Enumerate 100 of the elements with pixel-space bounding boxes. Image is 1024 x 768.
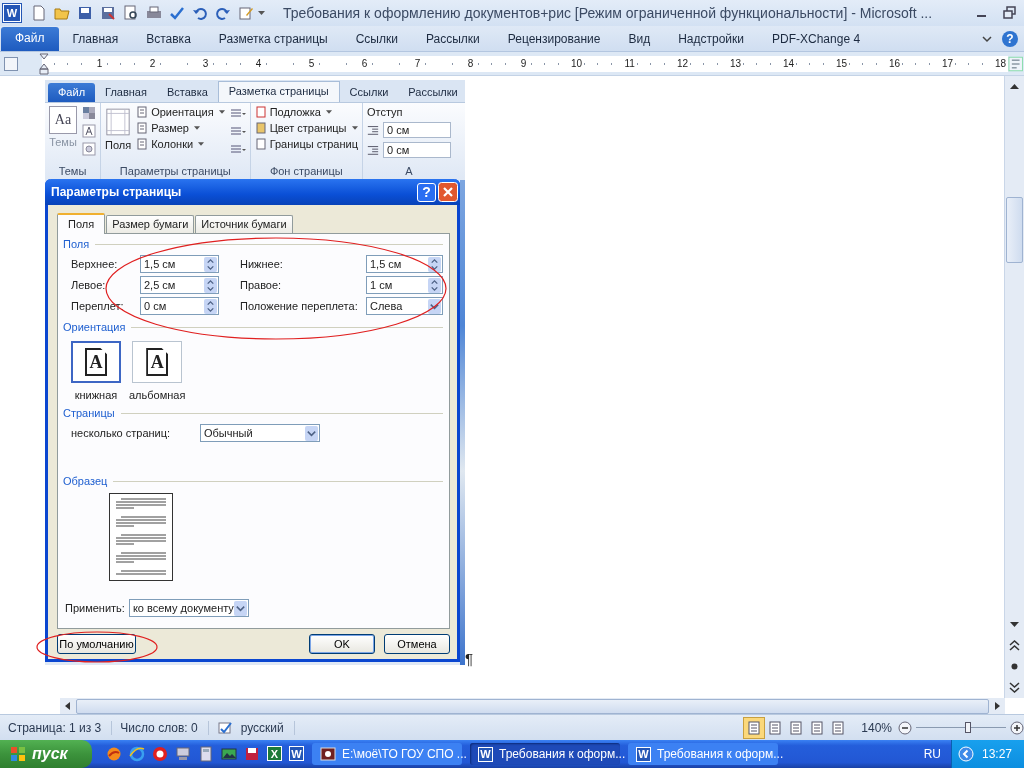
- spin-field[interactable]: 1,5 см: [366, 255, 443, 273]
- floppy-icon[interactable]: [100, 5, 116, 21]
- floppy-icon[interactable]: [244, 746, 260, 762]
- page-icon: [254, 122, 267, 134]
- ribbon-button[interactable]: Границы страниц: [254, 138, 358, 150]
- ribbon-tab[interactable]: Ссылки: [339, 83, 399, 102]
- themes-button[interactable]: Aa Темы: [49, 106, 77, 165]
- globe-icon[interactable]: [129, 746, 145, 762]
- stop-sign-icon[interactable]: [152, 746, 168, 762]
- spinner-icon[interactable]: [428, 277, 441, 293]
- field-label: Верхнее:: [71, 258, 119, 270]
- ribbon-tab[interactable]: Главная: [58, 28, 133, 49]
- ribbon-tab[interactable]: Разметка страницы: [204, 28, 342, 49]
- fonts-icon[interactable]: [82, 124, 96, 138]
- dialog-tab[interactable]: Поля: [57, 213, 106, 234]
- file-tab[interactable]: Файл: [1, 27, 59, 51]
- orientation-option[interactable]: A: [71, 341, 121, 383]
- document-icon[interactable]: X: [267, 746, 282, 761]
- ribbon-button[interactable]: Ориентация: [136, 106, 225, 118]
- ribbon-tab[interactable]: PDF-XChange 4: [758, 28, 875, 49]
- ribbon-tab[interactable]: Ссылки: [341, 28, 412, 49]
- proofing-icon[interactable]: [216, 719, 233, 736]
- ruler[interactable]: 1 2 3 4 5 6 7 8 9 10 11 12 13 14 15 16 17 18: [41, 55, 1008, 72]
- spin-field[interactable]: 1,5 см: [140, 255, 219, 273]
- tab-selector[interactable]: [4, 56, 18, 71]
- zoom-out-button[interactable]: [898, 720, 912, 735]
- document-icon[interactable]: W: [478, 746, 493, 762]
- orientation-option[interactable]: A: [132, 341, 183, 383]
- help-button[interactable]: ?: [417, 182, 436, 202]
- word-count[interactable]: Число слов: 0: [112, 720, 209, 735]
- zoom-level[interactable]: 140%: [861, 720, 892, 735]
- page-icon: [136, 138, 149, 150]
- chevron-icon[interactable]: [982, 34, 992, 43]
- margins-button[interactable]: Поля: [105, 106, 132, 165]
- ruler-toggle-icon[interactable]: [1007, 55, 1023, 72]
- dropdown-field[interactable]: Слева: [366, 297, 443, 315]
- ribbon-button[interactable]: Подложка: [254, 106, 358, 118]
- section-title: Образец: [63, 475, 108, 487]
- dropdown-field[interactable]: Обычный: [200, 424, 320, 442]
- image-icon[interactable]: [221, 746, 237, 762]
- magnifier-icon[interactable]: [123, 5, 139, 21]
- ribbon-tab[interactable]: Надстройки: [664, 28, 759, 49]
- indent-marker[interactable]: [38, 52, 49, 75]
- close-button[interactable]: [438, 182, 458, 202]
- language-indicator[interactable]: RU: [923, 747, 941, 761]
- spin-field[interactable]: 1 см: [366, 276, 443, 294]
- file-tab[interactable]: Файл: [48, 83, 96, 102]
- restore-icon[interactable]: [1002, 5, 1018, 21]
- undo-icon[interactable]: [192, 5, 208, 21]
- spinner-icon[interactable]: [204, 256, 217, 272]
- ribbon-tab[interactable]: Рассылки: [398, 83, 465, 102]
- page-count[interactable]: Страница: 1 из 3: [0, 720, 113, 735]
- spinner-icon[interactable]: [204, 277, 217, 293]
- dialog-tab[interactable]: Источник бумаги: [195, 215, 293, 233]
- spinner-icon[interactable]: [428, 256, 441, 272]
- default-button[interactable]: По умолчанию: [57, 634, 136, 654]
- app-icon[interactable]: W: [3, 4, 21, 22]
- swirl-icon[interactable]: [106, 746, 122, 762]
- help-button[interactable]: ?: [1002, 30, 1018, 47]
- floppy-icon[interactable]: [77, 5, 93, 21]
- ok-button[interactable]: OK: [309, 634, 375, 654]
- redo-icon[interactable]: [215, 5, 231, 21]
- ribbon-tab[interactable]: Вид: [614, 28, 665, 49]
- new-document-icon[interactable]: [31, 5, 47, 21]
- show-hidden-icons-button[interactable]: [957, 746, 974, 762]
- group-title: Отступ: [367, 106, 404, 118]
- slider-thumb[interactable]: [965, 722, 972, 733]
- zoom-in-button[interactable]: [1010, 720, 1024, 735]
- ribbon-button[interactable]: Размер: [136, 122, 225, 134]
- field-label: Положение переплета:: [240, 300, 359, 312]
- checkmark-icon[interactable]: [169, 5, 185, 21]
- spin-field[interactable]: 0 см: [140, 297, 219, 315]
- spinner-icon[interactable]: [204, 298, 217, 314]
- indent-field[interactable]: 0 см: [383, 122, 451, 138]
- dropdown-field[interactable]: ко всему документу: [128, 599, 249, 617]
- effects-icon[interactable]: [82, 142, 96, 156]
- language-indicator[interactable]: русский: [232, 720, 295, 735]
- vertical-scrollbar[interactable]: [1004, 76, 1024, 698]
- computer-icon[interactable]: [175, 746, 191, 762]
- calculator-icon[interactable]: [198, 746, 214, 762]
- view-mode-icon[interactable]: [744, 717, 765, 738]
- ribbon-tab[interactable]: Вставка: [156, 83, 218, 102]
- dialog-tab[interactable]: Размер бумаги: [106, 215, 195, 233]
- document-icon[interactable]: W: [636, 746, 651, 762]
- printer-icon[interactable]: [146, 5, 162, 21]
- scroll-thumb[interactable]: [1006, 197, 1023, 263]
- spin-field[interactable]: 2,5 см: [140, 276, 219, 294]
- ribbon-button[interactable]: Колонки: [136, 138, 225, 150]
- document-icon[interactable]: W: [289, 746, 304, 761]
- ribbon-tab[interactable]: Рецензирование: [493, 28, 615, 49]
- ribbon-tab[interactable]: Главная: [95, 83, 157, 102]
- ribbon-tab[interactable]: Рассылки: [411, 28, 494, 49]
- indent-field[interactable]: 0 см: [383, 142, 451, 158]
- start-button[interactable]: пуск: [0, 740, 92, 768]
- ribbon-tab[interactable]: Вставка: [132, 28, 205, 49]
- cancel-button[interactable]: Отмена: [384, 634, 450, 654]
- colors-icon[interactable]: [82, 106, 96, 120]
- field-label: Левое:: [71, 279, 107, 291]
- ribbon-tab[interactable]: Разметка страницы: [217, 81, 340, 102]
- ribbon-button[interactable]: Цвет страницы: [254, 122, 358, 134]
